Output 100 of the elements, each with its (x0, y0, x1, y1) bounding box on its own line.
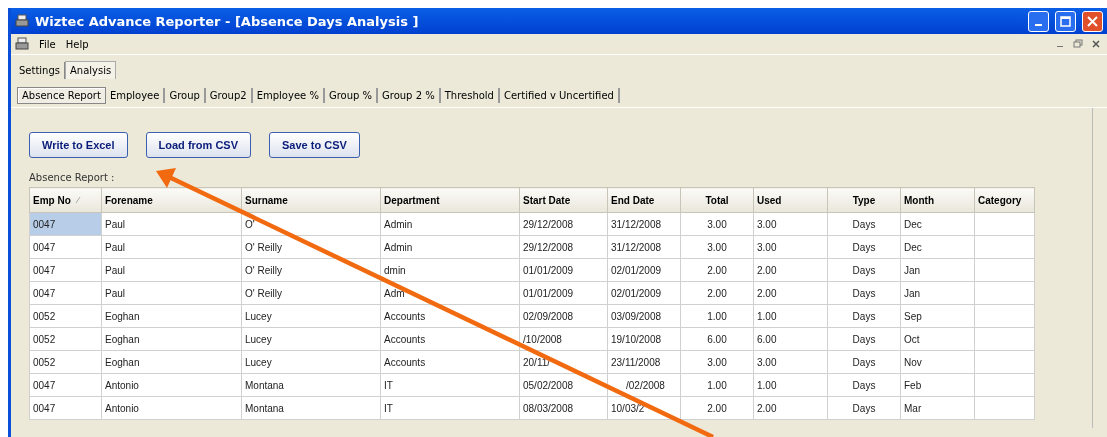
table-row[interactable]: 0047 Antonio Montana IT 08/03/2008 10/03/2 2.00 2.00 Days Mar (29, 396, 1035, 420)
table-cell: Days (827, 350, 901, 374)
table-cell: 3.00 (680, 212, 754, 236)
table-cell: 29/12/2008 (519, 212, 608, 236)
table-cell: Montana (241, 373, 381, 397)
table-cell: Accounts (380, 327, 520, 351)
table-cell: 0047 (29, 235, 102, 259)
table-cell: 3.00 (753, 235, 828, 259)
column-header[interactable]: Month (900, 187, 975, 213)
table-cell: Dec (900, 212, 975, 236)
column-header[interactable]: Forename (101, 187, 242, 213)
minimize-button[interactable] (1028, 10, 1049, 32)
table-cell: 0047 (29, 258, 102, 282)
table-cell: 0052 (29, 327, 102, 351)
action-button[interactable]: Write to Excel (29, 132, 128, 158)
table-cell: dmin (380, 258, 520, 282)
table-cell: Days (827, 304, 901, 328)
table-cell: 1.00 (753, 373, 828, 397)
table-row[interactable]: 0047 Paul O' Reilly dmin 01/01/2009 02/01/2009 2.00 2.00 Days Jan (29, 258, 1035, 282)
tab[interactable]: Absence Report (17, 86, 106, 104)
printer-icon (15, 37, 29, 51)
table-cell: Lucey (241, 304, 381, 328)
table-cell: Days (827, 235, 901, 259)
table-cell: 2.00 (680, 396, 754, 420)
action-button[interactable]: Load from CSV (145, 132, 251, 158)
table-cell: Days (827, 327, 901, 351)
table-cell: Jan (900, 258, 975, 282)
menu-item[interactable]: File (39, 38, 56, 50)
table-cell: 02/01/2009 (607, 258, 681, 282)
restore-icon (1073, 39, 1083, 49)
column-header[interactable]: Department (380, 187, 520, 213)
column-header[interactable]: Surname (241, 187, 381, 213)
column-header[interactable]: Type (827, 187, 901, 213)
table-row[interactable]: 0047 Paul O' Reilly Adm 01/01/2009 02/01/2009 2.00 2.00 Days Jan (29, 281, 1035, 305)
table-cell (974, 350, 1035, 374)
table-cell: Accounts (380, 350, 520, 374)
table-cell: Adm (380, 281, 520, 305)
action-button[interactable]: Save to CSV (269, 132, 360, 158)
table-cell: Lucey (241, 327, 381, 351)
table-cell: /02/2008 (607, 373, 681, 397)
table-cell: Paul (101, 258, 242, 282)
maximize-icon (1060, 15, 1071, 27)
table-cell (974, 235, 1035, 259)
column-header[interactable]: Emp No (29, 187, 102, 213)
table-cell: 05/02/2008 (519, 373, 608, 397)
table-cell: 3.00 (753, 212, 828, 236)
tab[interactable]: Analysis (65, 61, 117, 79)
menu-item[interactable]: Help (65, 38, 89, 50)
table-cell (974, 281, 1035, 305)
table-cell: Sep (900, 304, 975, 328)
table-cell: 1.00 (680, 373, 754, 397)
close-icon (1087, 15, 1098, 27)
table-cell: Antonio (101, 396, 242, 420)
column-header[interactable]: Total (680, 187, 754, 213)
table-cell: 08/03/2008 (519, 396, 608, 420)
table-cell: 2.00 (753, 258, 828, 282)
table-cell: Eoghan (101, 350, 242, 374)
table-row[interactable]: 0052 Eoghan Lucey Accounts 02/09/2008 03/09/2008 1.00 1.00 Days Sep (29, 304, 1035, 328)
table-cell (974, 212, 1035, 236)
column-header[interactable]: Start Date (519, 187, 608, 213)
table-cell: Eoghan (101, 327, 242, 351)
table-cell: 02/09/2008 (519, 304, 608, 328)
table-cell: 6.00 (680, 327, 754, 351)
table-cell: 2.00 (753, 281, 828, 305)
table-row[interactable]: 0047 Paul O' Admin 29/12/2008 31/12/2008 3.00 3.00 Days Dec (29, 212, 1035, 236)
maximize-button[interactable] (1055, 10, 1076, 32)
table-cell: Oct (900, 327, 975, 351)
table-cell: 10/03/2 (607, 396, 681, 420)
table-cell: 0052 (29, 304, 102, 328)
table-row[interactable]: 0047 Antonio Montana IT 05/02/2008 /02/2008 1.00 1.00 Days Feb (29, 373, 1035, 397)
table-cell: Feb (900, 373, 975, 397)
table-cell: Dec (900, 235, 975, 259)
table-cell: 20/11/ (519, 350, 608, 374)
table-cell: O' Reilly (241, 281, 381, 305)
table-cell: O' Reilly (241, 258, 381, 282)
table-cell: Days (827, 281, 901, 305)
table-cell: 03/09/2008 (607, 304, 681, 328)
column-header[interactable]: Category (974, 187, 1035, 213)
sort-icon (74, 196, 81, 204)
table-cell: 02/01/2009 (607, 281, 681, 305)
table-cell: 31/12/2008 (607, 235, 681, 259)
table-cell (974, 396, 1035, 420)
table-cell: Eoghan (101, 304, 242, 328)
close-button[interactable] (1082, 10, 1103, 32)
table-cell: IT (380, 373, 520, 397)
table-cell: Paul (101, 212, 242, 236)
table-row[interactable]: 0047 Paul O' Reilly Admin 29/12/2008 31/12/2008 3.00 3.00 Days Dec (29, 235, 1035, 259)
table-cell: 23/11/2008 (607, 350, 681, 374)
printer-icon (15, 14, 29, 28)
table-cell: 3.00 (753, 350, 828, 374)
column-header[interactable]: End Date (607, 187, 681, 213)
table-cell: Antonio (101, 373, 242, 397)
table-cell: 1.00 (680, 304, 754, 328)
table-row[interactable]: 0052 Eoghan Lucey Accounts 20/11/ 23/11/2008 3.00 3.00 Days Nov (29, 350, 1035, 374)
column-header[interactable]: Used (753, 187, 828, 213)
table-cell: 3.00 (680, 235, 754, 259)
minimize-icon (1035, 24, 1042, 26)
table-cell: 0052 (29, 350, 102, 374)
table-row[interactable]: 0052 Eoghan Lucey Accounts /10/2008 19/10/2008 6.00 6.00 Days Oct (29, 327, 1035, 351)
close-icon (1092, 40, 1100, 48)
